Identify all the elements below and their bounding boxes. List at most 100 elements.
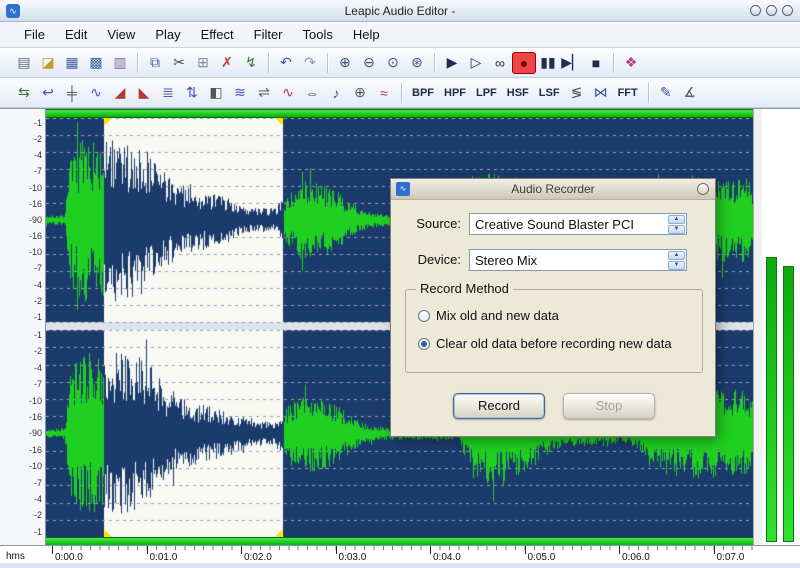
level-meter-right (783, 266, 794, 542)
overview-bar-top[interactable] (46, 109, 753, 118)
trim-button[interactable]: ↯ (239, 52, 263, 74)
zoom-selection-button[interactable]: ⊙ (381, 52, 405, 74)
timeline-tick (619, 546, 620, 554)
spin-down-icon[interactable]: ▼ (668, 261, 685, 270)
copy-button[interactable]: ⧉ (143, 52, 167, 74)
insert-silence-button[interactable]: ╪ (60, 82, 84, 104)
new-file-button[interactable]: ▤ (12, 52, 36, 74)
timeline-label: 0:01.0 (149, 552, 178, 563)
minimize-button[interactable] (750, 5, 761, 16)
file-info-button[interactable]: ▥ (108, 52, 132, 74)
play-to-end-button[interactable]: ▶▏ (560, 52, 584, 74)
source-combobox[interactable]: Creative Sound Blaster PCI ▲ ▼ (469, 213, 687, 235)
dialog-close-button[interactable] (697, 183, 709, 195)
device-combobox[interactable]: Stereo Mix ▲ ▼ (469, 249, 687, 271)
play-button[interactable]: ▶ (440, 52, 464, 74)
play-all-button[interactable]: ▷ (464, 52, 488, 74)
amplify-button[interactable]: ∿ (84, 82, 108, 104)
radio-label: Clear old data before recording new data (436, 336, 672, 351)
filter-lsf-button[interactable]: LSF (534, 82, 565, 104)
filter-bpf-button[interactable]: BPF (407, 82, 439, 104)
delete-button[interactable]: ✗ (215, 52, 239, 74)
swap-channels-button[interactable]: ⇆ (12, 82, 36, 104)
smooth-button[interactable]: ↩ (36, 82, 60, 104)
fade-in-button[interactable]: ◢ (108, 82, 132, 104)
record-method-option[interactable]: Mix old and new data (418, 308, 559, 323)
maximize-button[interactable] (766, 5, 777, 16)
effects-toolbar: ⇆ ↩ ╪ ∿ ◢ ◣ ≣ ⇅ ◧ ≋ ⇌ ∿ ⇔ ♪ ⊕ ≈ BPF HPF LPF HSF LSF ≶ ⋈ FFT ✎ ∡ (0, 78, 800, 108)
vertical-scrollbar[interactable] (753, 109, 762, 546)
mix-paste-button[interactable]: ⊕ (348, 82, 372, 104)
menu-effect[interactable]: Effect (191, 24, 244, 45)
equalizer-button[interactable]: ≶ (565, 82, 589, 104)
menu-play[interactable]: Play (145, 24, 190, 45)
radio-icon[interactable] (418, 337, 430, 350)
menu-edit[interactable]: Edit (55, 24, 97, 45)
notch-filter-button[interactable]: ⋈ (589, 82, 613, 104)
db-label: -10 (28, 461, 42, 472)
zoom-in-button[interactable]: ⊕ (333, 52, 357, 74)
menu-tools[interactable]: Tools (293, 24, 343, 45)
spectrum-view-button[interactable]: ∡ (678, 82, 702, 104)
paste-button[interactable]: ⊞ (191, 52, 215, 74)
radio-label: Mix old and new data (436, 308, 559, 323)
selection-marker-bottom-left-icon[interactable] (103, 529, 112, 537)
level-meter-zone (762, 109, 800, 546)
normalize-button[interactable]: ≣ (156, 82, 180, 104)
save-file-button[interactable]: ▦ (60, 52, 84, 74)
filter-fft-button[interactable]: FFT (613, 82, 643, 104)
open-file-button[interactable]: ◪ (36, 52, 60, 74)
spin-down-icon[interactable]: ▼ (668, 225, 685, 234)
toolbar-separator (401, 82, 402, 103)
record-button[interactable]: ● (512, 51, 536, 74)
pan-button[interactable]: ◧ (204, 82, 228, 104)
menu-view[interactable]: View (97, 24, 145, 45)
selection-marker-top-right-icon[interactable] (274, 118, 283, 126)
help-button[interactable]: ❖ (619, 52, 643, 74)
filter-hsf-button[interactable]: HSF (502, 82, 534, 104)
invert-button[interactable]: ⇅ (180, 82, 204, 104)
save-as-button[interactable]: ▩ (84, 52, 108, 74)
stop-button[interactable]: Stop (563, 393, 655, 419)
redo-button[interactable]: ↷ (298, 52, 322, 74)
time-ruler-ticks[interactable]: 0:00.0 0:01.0 0:02.0 0:03.0 0:04.0 0:05.0 0:06… (46, 546, 753, 564)
spin-up-icon[interactable]: ▲ (668, 251, 685, 260)
chorus-button[interactable]: ≈ (372, 82, 396, 104)
time-ruler[interactable]: hms 0:00.0 0:01.0 0:02.0 0:03.0 0:04.0 0:05.0… (0, 545, 800, 563)
selection-marker-top-left-icon[interactable] (103, 118, 112, 126)
stop-button[interactable]: ■ (584, 52, 608, 74)
timeline-label: 0:05.0 (527, 552, 556, 563)
stretch-button[interactable]: ⇔ (300, 82, 324, 104)
close-button[interactable] (782, 5, 793, 16)
timeline-label: 0:00.0 (55, 552, 83, 563)
db-label: -4 (33, 362, 42, 373)
db-label: -16 (28, 198, 42, 209)
selection-marker-bottom-right-icon[interactable] (274, 529, 283, 537)
vibrato-button[interactable]: ∿ (276, 82, 300, 104)
zoom-out-button[interactable]: ⊖ (357, 52, 381, 74)
pitch-button[interactable]: ♪ (324, 82, 348, 104)
edit-marker-button[interactable]: ✎ (654, 82, 678, 104)
pause-button[interactable]: ▮▮ (536, 52, 560, 74)
menu-filter[interactable]: Filter (244, 24, 293, 45)
radio-icon[interactable] (418, 309, 430, 322)
spin-up-icon[interactable]: ▲ (668, 215, 685, 224)
fade-out-button[interactable]: ◣ (132, 82, 156, 104)
filter-hpf-button[interactable]: HPF (439, 82, 471, 104)
reverse-button[interactable]: ⇌ (252, 82, 276, 104)
cut-button[interactable]: ✂ (167, 52, 191, 74)
echo-button[interactable]: ≋ (228, 82, 252, 104)
menu-help[interactable]: Help (343, 24, 390, 45)
level-meter-left (766, 257, 777, 542)
undo-button[interactable]: ↶ (274, 52, 298, 74)
loop-button[interactable]: ∞ (488, 52, 512, 74)
db-label: -4 (33, 150, 42, 161)
filter-lpf-button[interactable]: LPF (471, 82, 502, 104)
audio-recorder-dialog: ∿ Audio Recorder Source: Creative Sound … (390, 178, 716, 437)
db-label: -90 (28, 214, 42, 225)
record-method-option[interactable]: Clear old data before recording new data (418, 336, 672, 351)
menu-file[interactable]: File (14, 24, 55, 45)
record-button[interactable]: Record (453, 393, 545, 419)
toolbar-separator (268, 52, 269, 73)
zoom-all-button[interactable]: ⊛ (405, 52, 429, 74)
